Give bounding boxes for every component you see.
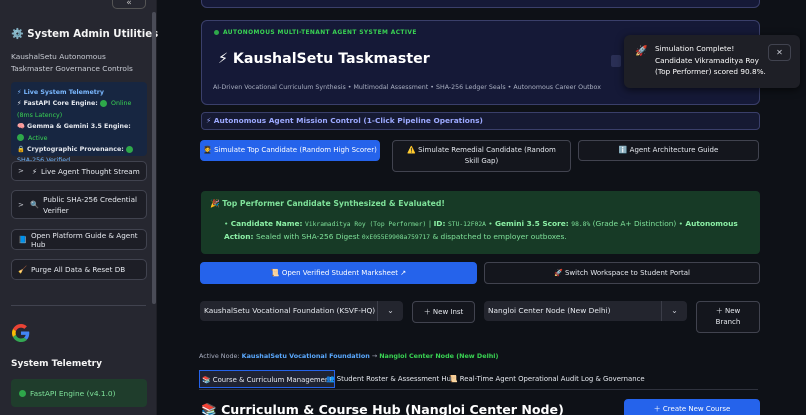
sidebar-title: ⚙️ System Admin Utilities bbox=[11, 29, 159, 40]
purge-data-button[interactable]: 🧹 Purge All Data & Reset DB bbox=[11, 259, 147, 280]
mission-control-heading: ⚡ Autonomous Agent Mission Control (1-Cl… bbox=[201, 112, 760, 130]
branch-select[interactable]: Nangloi Center Node (New Delhi) ⌄ bbox=[484, 301, 687, 321]
fastapi-status-badge: FastAPI Engine (v4.1.0) bbox=[11, 379, 147, 407]
success-alert: 🎉 Top Performer Candidate Synthesized & … bbox=[201, 191, 760, 254]
app-title: ⚡ KaushalSetu Taskmaster bbox=[218, 51, 430, 67]
sidebar-subtitle: KaushalSetu Autonomous Taskmaster Govern… bbox=[11, 52, 133, 73]
page-heading: 📚 Curriculum & Course Hub (Nangloi Cente… bbox=[201, 402, 564, 415]
telemetry-heading: ⚡ Live System Telemetry bbox=[17, 89, 104, 96]
book-icon: 📘 bbox=[18, 235, 27, 244]
success-heading: 🎉 Top Performer Candidate Synthesized & … bbox=[210, 199, 445, 208]
system-telemetry-heading: System Telemetry bbox=[11, 359, 102, 369]
chevron-down-icon: ⌄ bbox=[377, 301, 403, 321]
tab-audit-log[interactable]: 📜 Real-Time Agent Operational Audit Log … bbox=[449, 370, 645, 388]
sidebar: « ⚙️ System Admin Utilities KaushalSetu … bbox=[0, 0, 159, 415]
toast-message: Simulation Complete! Candidate Vikramadi… bbox=[655, 44, 766, 76]
system-active-badge: AUTONOMOUS MULTI-TENANT AGENT SYSTEM ACT… bbox=[214, 30, 417, 36]
success-details: • Candidate Name: Vikramaditya Roy (Top … bbox=[224, 219, 738, 241]
active-node-breadcrumb: Active Node: KaushalSetu Vocational Foun… bbox=[199, 352, 499, 360]
status-dot-icon bbox=[214, 30, 219, 35]
chevron-right-icon: > bbox=[18, 167, 24, 175]
status-dot-icon bbox=[126, 145, 133, 153]
tab-student-roster[interactable]: 👥 Student Roster & Assessment Hub bbox=[326, 370, 455, 388]
button-label: Purge All Data & Reset DB bbox=[30, 265, 126, 274]
tab-underline bbox=[199, 389, 758, 390]
lightning-icon: ⚡ bbox=[32, 166, 38, 176]
simulate-top-candidate-button[interactable]: 🧑‍🎓 Simulate Top Candidate (Random High … bbox=[200, 140, 380, 161]
fastapi-label: FastAPI Engine (v4.1.0) bbox=[30, 388, 116, 398]
sidebar-collapse-button[interactable]: « bbox=[112, 0, 146, 9]
telemetry-line-fastapi: ⚡ FastAPI Core Engine: Online (8ms Laten… bbox=[17, 99, 132, 119]
open-marksheet-button[interactable]: 📜 Open Verified Student Marksheet ↗ bbox=[200, 262, 477, 284]
live-telemetry-panel: ⚡ Live System Telemetry ⚡ FastAPI Core E… bbox=[11, 82, 147, 164]
app-window: « ⚙️ System Admin Utilities KaushalSetu … bbox=[0, 0, 806, 415]
new-institution-button[interactable]: ＋ New Inst bbox=[412, 301, 475, 323]
telemetry-line-gemini: 🧠 Gemma & Gemini 3.5 Engine: Active bbox=[17, 123, 131, 142]
simulation-complete-toast: 🚀 Simulation Complete! Candidate Vikrama… bbox=[624, 35, 800, 88]
new-branch-button[interactable]: ＋ New Branch bbox=[696, 301, 760, 333]
switch-to-student-portal-button[interactable]: 🚀 Switch Workspace to Student Portal bbox=[484, 262, 760, 284]
sidebar-divider bbox=[11, 305, 146, 306]
rocket-icon: 🚀 bbox=[635, 46, 648, 57]
open-platform-guide-button[interactable]: 📘 Open Platform Guide & Agent Hub bbox=[11, 229, 147, 250]
live-agent-thought-stream-expander[interactable]: > ⚡ Live Agent Thought Stream bbox=[11, 161, 147, 181]
app-subtitle: AI-Driven Vocational Curriculum Synthesi… bbox=[213, 84, 601, 91]
expander-label: Public SHA-256 Credential Verifier bbox=[43, 194, 137, 215]
close-icon[interactable]: ✕ bbox=[768, 44, 791, 61]
expander-label: Live Agent Thought Stream bbox=[41, 166, 140, 176]
top-banner-edge bbox=[201, 0, 760, 8]
magnifier-icon: 🔍 bbox=[30, 200, 40, 209]
simulate-remedial-candidate-button[interactable]: ⚠️ Simulate Remedial Candidate (Random S… bbox=[392, 140, 571, 172]
credential-verifier-expander[interactable]: > 🔍 Public SHA-256 Credential Verifier bbox=[11, 190, 147, 219]
chevron-right-icon: > bbox=[18, 200, 24, 209]
sidebar-scrollbar[interactable] bbox=[152, 12, 156, 304]
status-dot-icon bbox=[100, 99, 108, 107]
create-new-course-button[interactable]: ＋ Create New Course bbox=[624, 399, 760, 415]
hero-chip bbox=[611, 55, 621, 67]
chevron-down-icon: ⌄ bbox=[661, 301, 687, 321]
broom-icon: 🧹 bbox=[18, 265, 27, 274]
button-label: Open Platform Guide & Agent Hub bbox=[30, 230, 138, 249]
institution-select[interactable]: KaushalSetu Vocational Foundation (KSVF-… bbox=[200, 301, 403, 321]
status-dot-icon bbox=[17, 134, 24, 142]
tab-course-curriculum[interactable]: 📚 Course & Curriculum Management bbox=[199, 370, 335, 388]
agent-architecture-guide-button[interactable]: ℹ️ Agent Architecture Guide bbox=[578, 140, 759, 161]
status-dot-icon bbox=[19, 389, 26, 397]
google-logo-icon bbox=[12, 324, 30, 342]
